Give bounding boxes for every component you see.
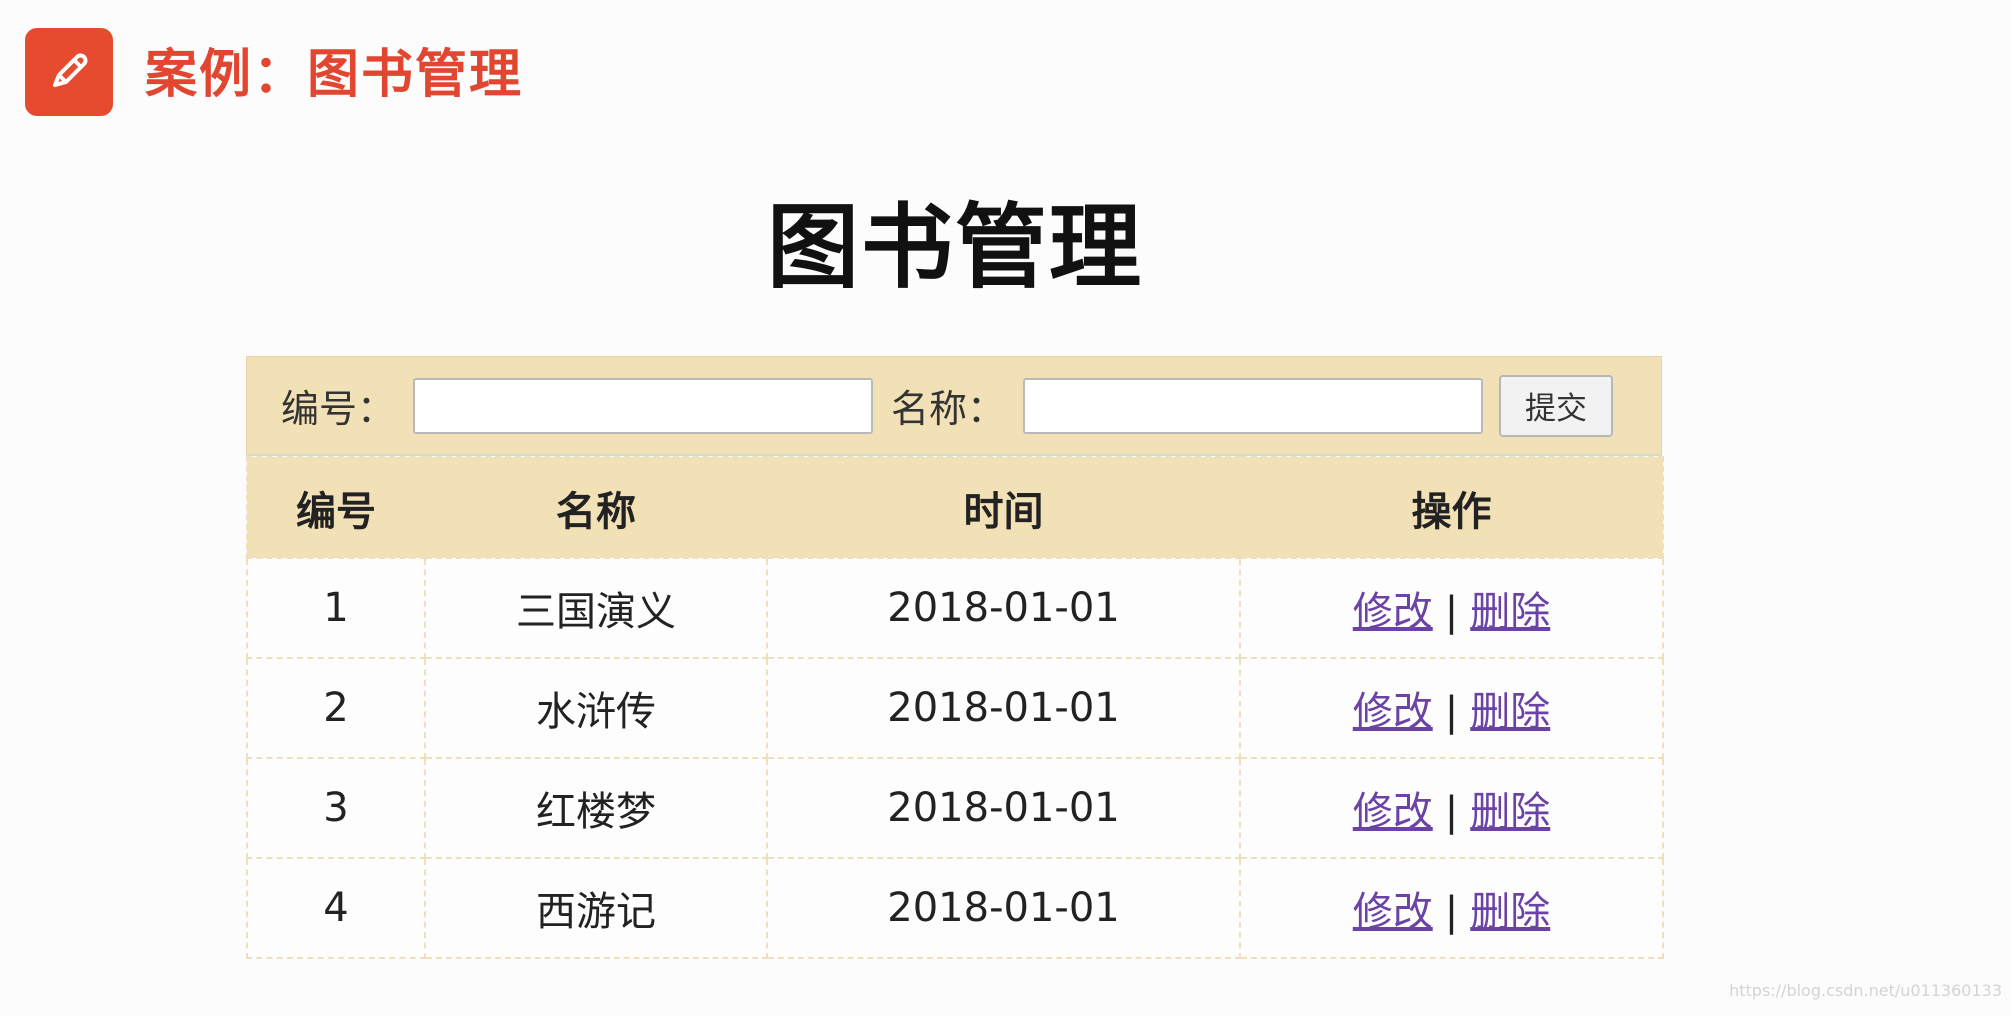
book-actions-cell: 修改 | 删除 xyxy=(1239,557,1664,659)
book-time-cell: 2018-01-01 xyxy=(766,857,1241,959)
column-id-header: 编号 xyxy=(246,456,426,559)
column-name-header: 名称 xyxy=(424,456,768,559)
name-input[interactable] xyxy=(1023,377,1484,434)
edit-link[interactable]: 修改 xyxy=(1353,789,1433,835)
book-actions-cell: 修改 | 删除 xyxy=(1239,757,1664,859)
table-header-row: 编号 名称 时间 操作 xyxy=(246,456,1664,559)
book-id-cell: 2 xyxy=(246,657,426,759)
delete-link[interactable]: 删除 xyxy=(1470,589,1550,635)
edit-link[interactable]: 修改 xyxy=(1353,889,1433,935)
book-id-cell: 3 xyxy=(246,757,426,859)
action-separator: | xyxy=(1444,789,1459,835)
book-table: 编号 名称 时间 操作 1 三国演义 2018-01-01 修改 | 删除 2 水浒… xyxy=(246,456,1664,959)
submit-button[interactable]: 提交 xyxy=(1499,374,1614,437)
table-row: 2 水浒传 2018-01-01 修改 | 删除 xyxy=(246,657,1664,759)
action-separator: | xyxy=(1444,889,1459,935)
book-time-cell: 2018-01-01 xyxy=(766,757,1241,859)
action-separator: | xyxy=(1444,589,1459,635)
table-row: 3 红楼梦 2018-01-01 修改 | 删除 xyxy=(246,757,1664,859)
edit-link[interactable]: 修改 xyxy=(1353,589,1433,635)
table-row: 1 三国演义 2018-01-01 修改 | 删除 xyxy=(246,557,1664,659)
case-title: 案例：图书管理 xyxy=(145,45,524,105)
book-name-cell: 水浒传 xyxy=(424,657,768,759)
delete-link[interactable]: 删除 xyxy=(1470,789,1550,835)
delete-link[interactable]: 删除 xyxy=(1470,889,1550,935)
app-badge xyxy=(25,28,113,116)
page-title: 图书管理 xyxy=(766,194,1143,301)
table-row: 4 西游记 2018-01-01 修改 | 删除 xyxy=(246,857,1664,959)
book-time-cell: 2018-01-01 xyxy=(766,657,1241,759)
book-name-cell: 三国演义 xyxy=(424,557,768,659)
book-name-cell: 西游记 xyxy=(424,857,768,959)
delete-link[interactable]: 删除 xyxy=(1470,689,1550,735)
action-separator: | xyxy=(1444,689,1459,735)
book-management-panel: 编号： 名称： 提交 编号 名称 时间 操作 1 三国演义 2018-01-01 xyxy=(246,356,1664,959)
watermark-url: https://blog.csdn.net/u011360133 xyxy=(1729,981,2002,1000)
book-id-cell: 1 xyxy=(246,557,426,659)
pencil-icon xyxy=(53,53,88,87)
book-name-cell: 红楼梦 xyxy=(424,757,768,859)
book-id-cell: 4 xyxy=(246,857,426,959)
book-form: 编号： 名称： 提交 xyxy=(246,356,1662,456)
book-time-cell: 2018-01-01 xyxy=(766,557,1241,659)
id-input[interactable] xyxy=(413,377,874,434)
book-actions-cell: 修改 | 删除 xyxy=(1239,657,1664,759)
id-label: 编号： xyxy=(281,387,396,431)
name-label: 名称： xyxy=(891,387,1006,431)
book-actions-cell: 修改 | 删除 xyxy=(1239,857,1664,959)
column-action-header: 操作 xyxy=(1239,456,1664,559)
column-time-header: 时间 xyxy=(766,456,1241,559)
edit-link[interactable]: 修改 xyxy=(1353,689,1433,735)
